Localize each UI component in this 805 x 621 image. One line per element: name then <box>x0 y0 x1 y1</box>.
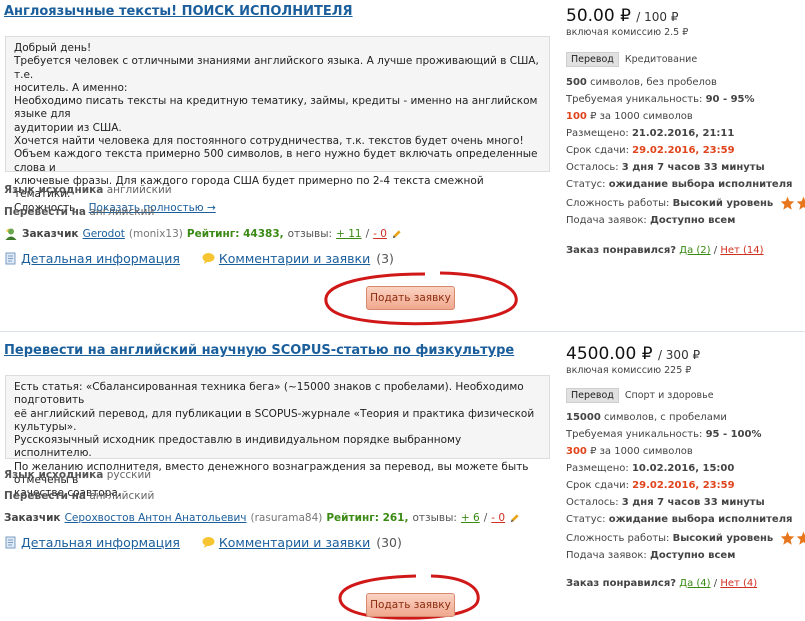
negative-reviews-link[interactable]: - 0 <box>373 228 387 240</box>
status: Статус: ожидание выбора исполнителя <box>566 514 793 525</box>
job-description: Добрый день! Требуется человек с отличны… <box>5 36 550 214</box>
price: 4500.00 ₽ / 300 ₽ <box>566 344 701 364</box>
person-icon <box>5 228 17 240</box>
job-card-2: Перевести на английский научную SCOPUS-с… <box>0 340 805 621</box>
posted-date: Размещено: 10.02.2016, 15:00 <box>566 463 735 474</box>
job-description: Есть статья: «Сбалансированная техника б… <box>5 375 550 499</box>
job-sidebar: 4500.00 ₽ / 300 ₽ включая комиссию 225 ₽… <box>566 344 805 589</box>
details-link[interactable]: Детальная информация <box>21 535 180 550</box>
speech-bubble-icon <box>202 537 215 548</box>
deadline: Срок сдачи: 29.02.2016, 23:59 <box>566 480 735 491</box>
source-language: Язык исходника английский <box>4 184 172 196</box>
job-sidebar: 50.00 ₽ / 100 ₽ включая комиссию 2.5 ₽ П… <box>566 6 805 256</box>
client-info: Заказчик Серохвостов Антон Анатольевич (… <box>4 512 520 524</box>
document-icon <box>5 252 16 265</box>
time-left: Осталось: 3 дня 7 часов 33 минуты <box>566 497 765 508</box>
target-language: Перевести на английский <box>4 490 155 502</box>
client-info: Заказчик Gerodot (monix13) Рейтинг: 4438… <box>4 227 402 241</box>
pencil-icon[interactable] <box>509 513 520 524</box>
positive-reviews-link[interactable]: + 11 <box>336 228 362 240</box>
liked-no-link[interactable]: Нет (14) <box>720 245 763 256</box>
client-name-link[interactable]: Gerodot <box>83 228 125 240</box>
apply-button[interactable]: Подать заявку <box>366 286 455 310</box>
job-links: Детальная информация Комментарии и заявк… <box>4 535 402 550</box>
star-icon <box>797 196 805 210</box>
category-badge[interactable]: Перевод <box>566 388 619 403</box>
speech-bubble-icon <box>202 253 215 264</box>
posted-date: Размещено: 21.02.2016, 21:11 <box>566 128 735 139</box>
uniqueness: Требуемая уникальность: 95 - 100% <box>566 429 762 440</box>
uniqueness: Требуемая уникальность: 90 - 95% <box>566 94 755 105</box>
details-link[interactable]: Детальная информация <box>21 251 180 266</box>
apply-button[interactable]: Подать заявку <box>366 593 455 617</box>
comments-link[interactable]: Комментарии и заявки <box>219 251 370 266</box>
source-language: Язык исходника русский <box>4 469 152 481</box>
rate: 300 ₽ за 1000 символов <box>566 446 693 457</box>
target-language: Перевести на английский <box>4 206 155 218</box>
status: Статус: ожидание выбора исполнителя <box>566 179 793 190</box>
time-left: Осталось: 3 дня 7 часов 33 минуты <box>566 162 765 173</box>
document-icon <box>5 536 16 549</box>
category-name: Кредитование <box>624 54 698 65</box>
rate: 100 ₽ за 1000 символов <box>566 111 693 122</box>
difficulty: Сложность работы: Высокий уровень <box>566 196 805 210</box>
star-icon <box>781 196 795 210</box>
job-links: Детальная информация Комментарии и заявк… <box>4 251 394 266</box>
job-title-link[interactable]: Перевести на английский научную SCOPUS-с… <box>4 343 514 358</box>
comments-link[interactable]: Комментарии и заявки <box>219 535 370 550</box>
category-name: Спорт и здоровье <box>624 390 714 401</box>
volume: 500 символов, без пробелов <box>566 77 717 88</box>
liked-yes-link[interactable]: Да (4) <box>679 578 710 589</box>
price: 50.00 ₽ / 100 ₽ <box>566 6 679 26</box>
liked-poll: Заказ понравился? Да (2) / Нет (14) <box>566 245 764 256</box>
liked-yes-link[interactable]: Да (2) <box>679 245 710 256</box>
job-separator <box>0 331 805 332</box>
positive-reviews-link[interactable]: + 6 <box>461 512 480 524</box>
liked-poll: Заказ понравился? Да (4) / Нет (4) <box>566 578 758 589</box>
volume: 15000 символов, с пробелами <box>566 412 727 423</box>
submission: Подача заявок: Доступно всем <box>566 215 736 226</box>
liked-no-link[interactable]: Нет (4) <box>720 578 757 589</box>
negative-reviews-link[interactable]: - 0 <box>491 512 505 524</box>
client-name-link[interactable]: Серохвостов Антон Анатольевич <box>65 512 247 524</box>
job-card-1: Англоязычные тексты! ПОИСК ИСПОЛНИТЕЛЯ Д… <box>0 0 805 326</box>
pencil-icon[interactable] <box>391 229 402 240</box>
star-icon <box>797 531 805 545</box>
difficulty: Сложность работы: Высокий уровень <box>566 531 805 545</box>
job-title-link[interactable]: Англоязычные тексты! ПОИСК ИСПОЛНИТЕЛЯ <box>4 4 353 19</box>
category-badge[interactable]: Перевод <box>566 52 619 67</box>
submission: Подача заявок: Доступно всем <box>566 550 736 561</box>
deadline: Срок сдачи: 29.02.2016, 23:59 <box>566 145 735 156</box>
star-icon <box>781 531 795 545</box>
